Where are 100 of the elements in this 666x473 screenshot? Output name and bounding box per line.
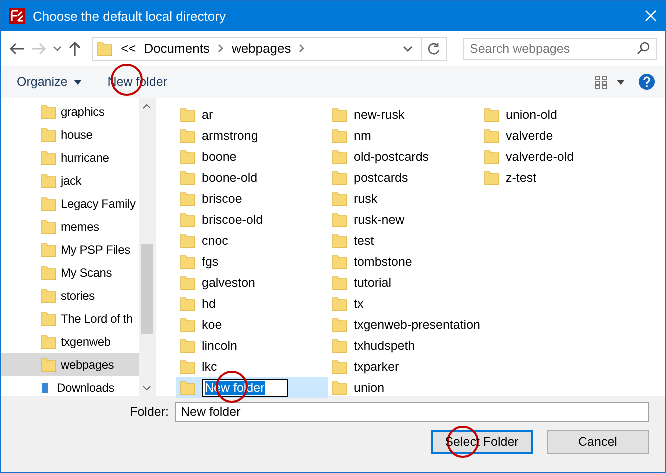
scroll-down-icon[interactable] — [143, 386, 151, 390]
folder-item[interactable]: boone-old — [176, 167, 328, 188]
folder-icon — [180, 316, 196, 332]
up-arrow-icon[interactable] — [68, 40, 82, 56]
folder-item[interactable]: tombstone — [328, 251, 480, 272]
sidebar-item[interactable]: stories — [1, 284, 139, 307]
breadcrumb-item[interactable]: Documents — [144, 41, 210, 56]
folder-item[interactable]: z-test — [480, 167, 632, 188]
folder-item[interactable]: valverde — [480, 125, 632, 146]
folder-icon — [180, 106, 196, 122]
refresh-icon[interactable] — [427, 42, 441, 56]
folder-icon — [332, 254, 348, 270]
dialog-button[interactable]: Cancel — [547, 430, 649, 454]
sidebar-item[interactable]: hurricane — [1, 146, 139, 169]
search-field[interactable]: Search webpages — [463, 38, 657, 60]
folder-item[interactable]: boone — [176, 146, 328, 167]
folder-icon — [97, 40, 113, 56]
folder-icon — [41, 356, 57, 372]
back-button[interactable] — [9, 42, 25, 56]
folder-item[interactable]: briscoe-old — [176, 209, 328, 230]
folder-icon — [180, 338, 196, 354]
folder-icon — [41, 242, 57, 258]
folder-icon — [180, 190, 196, 206]
folder-item[interactable]: txhudspeth — [328, 335, 480, 356]
folder-icon — [41, 288, 57, 304]
folder-icon — [41, 310, 57, 326]
sidebar-item[interactable]: My PSP Files — [1, 238, 139, 261]
folder-item[interactable]: armstrong — [176, 125, 328, 146]
folder-icon — [180, 358, 196, 374]
folder-item[interactable]: lincoln — [176, 335, 328, 356]
folder-icon — [332, 212, 348, 228]
breadcrumb-overflow[interactable]: << — [121, 41, 136, 56]
sidebar-item[interactable]: My Scans — [1, 261, 139, 284]
folder-icon — [41, 264, 57, 280]
scroll-up-icon[interactable] — [143, 104, 151, 108]
folder-item[interactable]: lkc — [176, 356, 328, 377]
folder-icon — [332, 274, 348, 290]
folder-label: Folder: — [130, 405, 169, 419]
sidebar-item[interactable]: memes — [1, 215, 139, 238]
view-options-icon[interactable] — [595, 75, 625, 89]
download-icon — [42, 382, 48, 392]
folder-icon — [180, 274, 196, 290]
folder-item[interactable]: rusk-new — [328, 209, 480, 230]
sidebar-item[interactable]: txgenweb — [1, 330, 139, 353]
folder-item[interactable]: union-old — [480, 104, 632, 125]
window-title: Choose the default local directory — [33, 8, 227, 24]
folder-item[interactable]: ar — [176, 104, 328, 125]
sidebar-item[interactable]: house — [1, 123, 139, 146]
breadcrumb-item[interactable]: webpages — [232, 41, 292, 56]
folder-icon — [180, 296, 196, 312]
sidebar-item[interactable]: Downloads — [1, 376, 139, 396]
folder-icon — [41, 218, 57, 234]
folder-item[interactable]: fgs — [176, 251, 328, 272]
chevron-down-icon[interactable] — [403, 46, 413, 52]
organize-button[interactable]: Organize — [11, 72, 88, 92]
chevron-right-icon[interactable] — [218, 44, 224, 53]
folder-item[interactable]: union — [328, 377, 480, 398]
sidebar-item[interactable]: graphics — [1, 100, 139, 123]
sidebar-item[interactable]: webpages — [1, 353, 139, 376]
sidebar-item[interactable]: Legacy Family — [1, 192, 139, 215]
folder-item[interactable]: old-postcards — [328, 146, 480, 167]
folder-item[interactable]: tutorial — [328, 272, 480, 293]
folder-icon — [41, 196, 57, 212]
folder-icon — [180, 212, 196, 228]
folder-item[interactable]: briscoe — [176, 188, 328, 209]
folder-icon — [180, 148, 196, 164]
address-bar[interactable]: << Documents webpages — [92, 36, 447, 60]
close-icon[interactable] — [645, 10, 657, 22]
folder-input[interactable]: New folder — [175, 402, 649, 422]
folder-icon — [332, 296, 348, 312]
scrollbar-thumb[interactable] — [141, 244, 153, 334]
folder-icon — [41, 334, 57, 350]
folder-icon — [484, 148, 500, 164]
folder-item[interactable]: txgenweb-presentation — [328, 314, 480, 335]
folder-icon — [41, 172, 57, 188]
folder-item[interactable]: galveston — [176, 272, 328, 293]
folder-item[interactable]: nm — [328, 125, 480, 146]
folder-item[interactable]: hd — [176, 293, 328, 314]
folder-icon — [484, 170, 500, 186]
folder-icon — [180, 254, 196, 270]
sidebar-item[interactable]: The Lord of th — [1, 307, 139, 330]
folder-icon — [332, 338, 348, 354]
folder-item[interactable]: postcards — [328, 167, 480, 188]
help-icon[interactable] — [639, 74, 655, 90]
folder-item[interactable]: valverde-old — [480, 146, 632, 167]
folder-icon — [41, 104, 57, 120]
chevron-right-icon[interactable] — [299, 44, 306, 53]
folder-item[interactable]: tx — [328, 293, 480, 314]
folder-icon — [332, 358, 348, 374]
chevron-down-icon[interactable] — [53, 46, 62, 52]
folder-item[interactable]: koe — [176, 314, 328, 335]
folder-item[interactable]: cnoc — [176, 230, 328, 251]
folder-item[interactable]: test — [328, 230, 480, 251]
folder-item[interactable]: new-rusk — [328, 104, 480, 125]
folder-icon — [332, 232, 348, 248]
folder-item[interactable]: rusk — [328, 188, 480, 209]
sidebar-item[interactable]: jack — [1, 169, 139, 192]
scrollbar[interactable] — [139, 98, 155, 396]
folder-item[interactable]: txparker — [328, 356, 480, 377]
folder-icon — [332, 106, 348, 122]
